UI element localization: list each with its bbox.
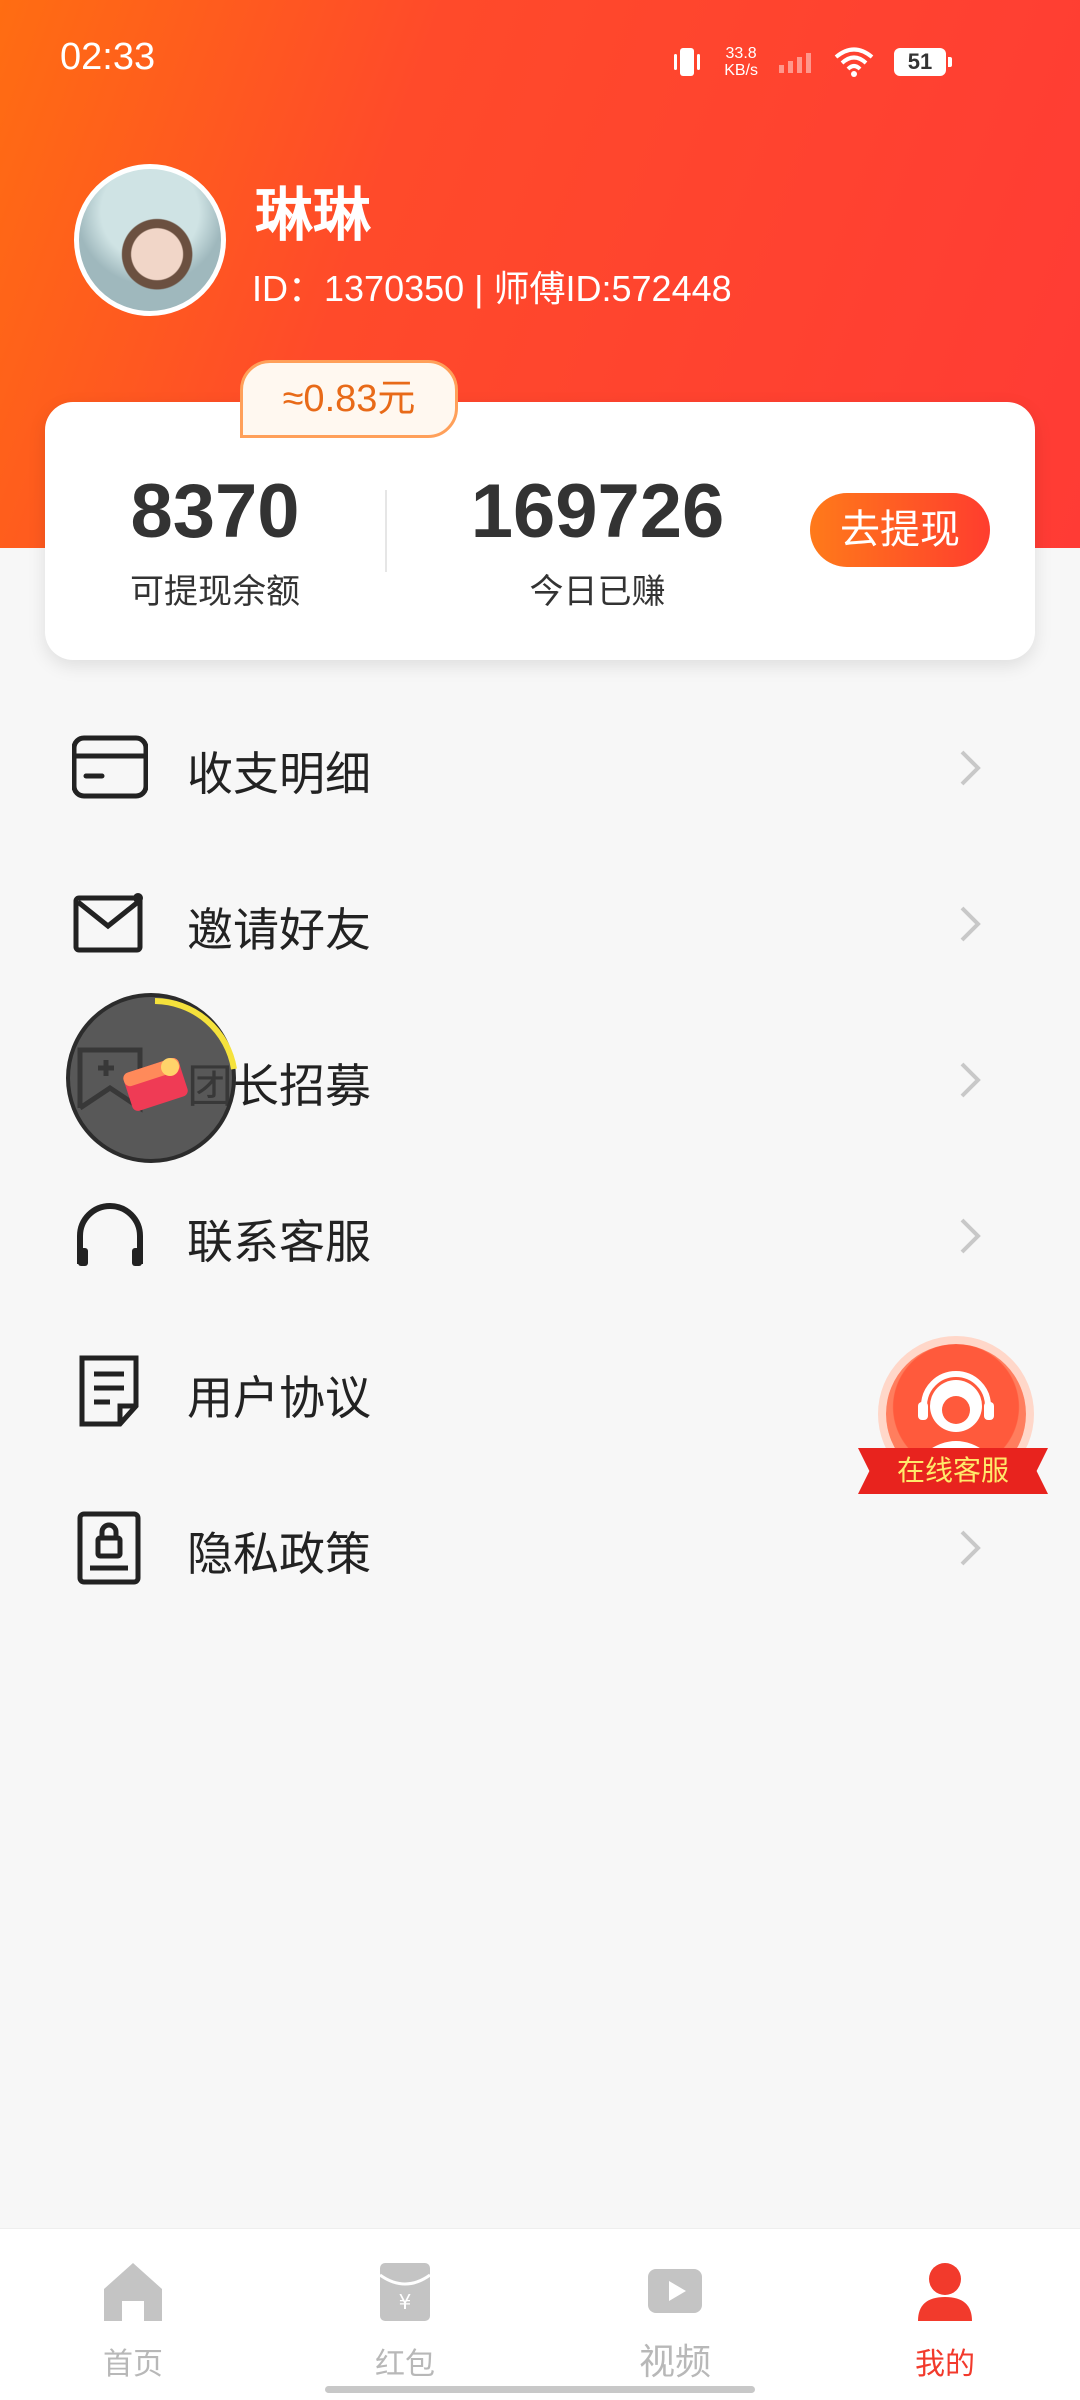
user-ids: ID：1370350 | 师傅ID:572448 [252, 268, 732, 309]
status-time: 02:33 [60, 36, 156, 78]
menu-label-invite: 邀请好友 [187, 903, 371, 957]
chevron-right-icon [960, 906, 981, 942]
bottom-navigation: 首页 ¥ 红包 视频 我的 [0, 2228, 1080, 2400]
menu-item-transactions[interactable]: 收支明细 [0, 690, 1080, 846]
document-icon [79, 1355, 139, 1427]
menu-label-privacy-policy: 隐私政策 [187, 1527, 371, 1581]
network-speed-value: 33.8 [725, 45, 757, 62]
username: 琳琳 [255, 181, 372, 249]
menu-label-contact-support: 联系客服 [187, 1215, 371, 1269]
battery-indicator: 51 [894, 48, 952, 76]
menu-label-transactions: 收支明细 [187, 747, 371, 801]
status-bar-icons: 33.8 KB/s 51 [670, 38, 952, 86]
red-packet-progress-icon [123, 998, 237, 1111]
tab-home[interactable]: 首页 [43, 2259, 223, 2383]
tab-red-packet[interactable]: ¥ 红包 [315, 2259, 495, 2383]
chevron-right-icon [960, 1062, 981, 1098]
vibrate-icon [674, 48, 701, 76]
envelope-icon [73, 893, 143, 953]
tab-red-packet-label: 红包 [375, 2347, 435, 2382]
home-indicator[interactable] [325, 2386, 755, 2393]
avatar[interactable] [74, 164, 226, 316]
withdrawable-label: 可提现余额 [130, 572, 300, 612]
menu-label-user-agreement: 用户协议 [187, 1371, 371, 1425]
tab-video-label: 视频 [638, 2342, 711, 2383]
menu-item-contact-support[interactable]: 联系客服 [0, 1158, 1080, 1314]
approx-value-bubble: ≈0.83元 [240, 360, 458, 438]
floating-reward-bubble[interactable] [66, 993, 237, 1163]
video-play-icon [648, 2269, 702, 2313]
tab-video[interactable]: 视频 [585, 2259, 765, 2385]
home-icon [104, 2263, 162, 2321]
network-speed-unit: KB/s [724, 62, 758, 79]
tab-mine-label: 我的 [915, 2347, 975, 2382]
card-divider [385, 490, 387, 572]
online-customer-service-button[interactable]: 在线客服 [858, 1344, 1048, 1504]
withdraw-button[interactable]: 去提现 [810, 493, 990, 567]
chevron-right-icon [960, 1218, 981, 1254]
withdrawable-amount: 8370 [130, 469, 300, 554]
svg-text:¥: ¥ [399, 2290, 412, 2314]
network-speed: 33.8 KB/s [724, 45, 758, 79]
red-packet-icon: ¥ [379, 2263, 431, 2321]
today-earned-label: 今日已赚 [529, 572, 666, 612]
signal-icon [779, 53, 811, 73]
headphones-icon [77, 1203, 143, 1266]
user-icon [918, 2263, 972, 2321]
chevron-right-icon [960, 1530, 981, 1566]
wallet-card-icon [72, 735, 148, 799]
tab-home-label: 首页 [103, 2347, 163, 2382]
chevron-right-icon [960, 750, 981, 786]
lock-document-icon [77, 1511, 141, 1585]
menu-item-invite[interactable]: 邀请好友 [0, 846, 1080, 1002]
cs-ribbon-label: 在线客服 [858, 1448, 1048, 1494]
today-earned-amount: 169726 [470, 469, 725, 554]
tab-mine[interactable]: 我的 [855, 2259, 1035, 2383]
wifi-icon [834, 47, 874, 77]
